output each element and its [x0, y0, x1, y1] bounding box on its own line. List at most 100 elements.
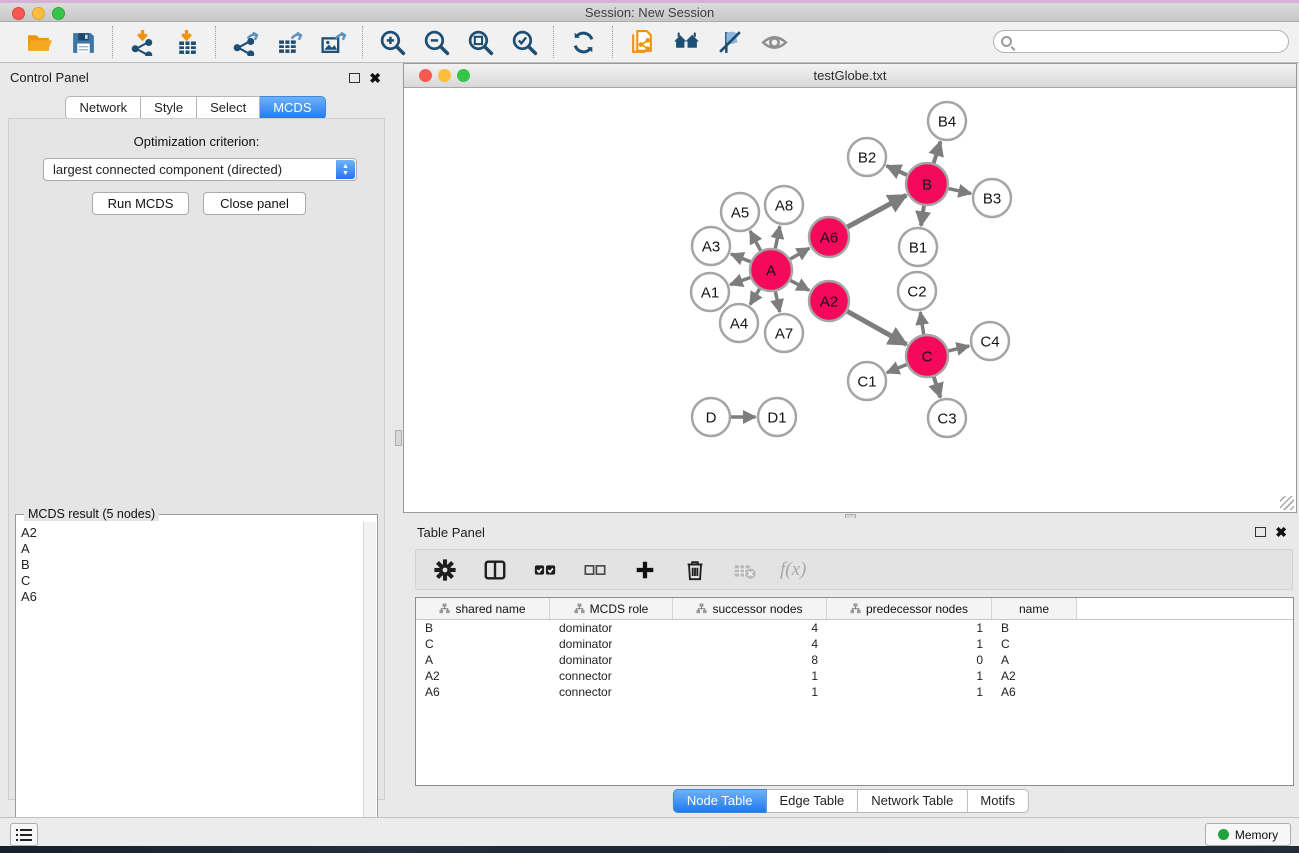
edge-A-A7[interactable]	[775, 292, 779, 312]
edge-A-A2[interactable]	[790, 280, 809, 290]
tab-network-table[interactable]: Network Table	[858, 789, 967, 813]
node-A3[interactable]: A3	[692, 227, 730, 265]
network-canvas[interactable]: B4 B2 B B3 B1 A5 A8 A3 A6 A A1 A2 C2 A4 …	[404, 88, 1296, 512]
memory-button[interactable]: Memory	[1205, 823, 1291, 846]
copy-network-icon[interactable]	[627, 27, 657, 57]
settings-icon[interactable]	[430, 555, 460, 585]
node-A8[interactable]: A8	[765, 186, 803, 224]
node-B2[interactable]: B2	[848, 138, 886, 176]
edge-A-A4[interactable]	[750, 289, 760, 305]
edge-A-A1[interactable]	[730, 278, 750, 285]
table-row[interactable]: Cdominator41C	[416, 636, 1293, 652]
edge-B-B3[interactable]	[949, 189, 972, 194]
tab-motifs[interactable]: Motifs	[967, 789, 1029, 813]
export-table-icon[interactable]	[274, 27, 304, 57]
node-A7[interactable]: A7	[765, 314, 803, 352]
node-C[interactable]: C	[906, 335, 948, 377]
result-item[interactable]: C	[21, 573, 363, 589]
column-header-successor-nodes[interactable]: successor nodes	[673, 598, 827, 619]
network-graph[interactable]: B4 B2 B B3 B1 A5 A8 A3 A6 A A1 A2 C2 A4 …	[404, 88, 1296, 512]
tab-style[interactable]: Style	[141, 96, 197, 120]
result-item[interactable]: A	[21, 541, 363, 557]
column-header-mcds-role[interactable]: MCDS role	[550, 598, 673, 619]
columns-icon[interactable]	[480, 555, 510, 585]
network-maximize-button[interactable]	[457, 69, 470, 82]
zoom-fit-icon[interactable]	[465, 27, 495, 57]
search-input[interactable]	[1017, 35, 1288, 49]
tab-node-table[interactable]: Node Table	[673, 789, 767, 813]
export-image-icon[interactable]	[318, 27, 348, 57]
tab-edge-table[interactable]: Edge Table	[766, 789, 858, 813]
node-B[interactable]: B	[906, 163, 948, 205]
close-panel-button[interactable]: Close panel	[203, 192, 306, 215]
node-D1[interactable]: D1	[758, 398, 796, 436]
node-A5[interactable]: A5	[721, 193, 759, 231]
node-C2[interactable]: C2	[898, 272, 936, 310]
edge-B-B1[interactable]	[921, 206, 924, 226]
node-D[interactable]: D	[692, 398, 730, 436]
node-C1[interactable]: C1	[848, 362, 886, 400]
add-icon[interactable]	[630, 555, 660, 585]
vertical-split-handle[interactable]	[395, 430, 402, 446]
function-builder-icon[interactable]: f(x)	[780, 559, 806, 581]
node-A6[interactable]: A6	[809, 217, 849, 257]
edge-A-A3[interactable]	[731, 254, 751, 262]
search-field[interactable]	[993, 30, 1289, 53]
window-resize-grip[interactable]	[1280, 496, 1294, 510]
edge-A-A8[interactable]	[775, 226, 780, 248]
import-table-icon[interactable]	[171, 27, 201, 57]
import-network-icon[interactable]	[127, 27, 157, 57]
column-header-shared-name[interactable]: shared name	[416, 598, 550, 619]
open-folder-icon[interactable]	[24, 27, 54, 57]
table-row[interactable]: A6connector11A6	[416, 684, 1293, 700]
network-close-button[interactable]	[419, 69, 432, 82]
float-panel-icon[interactable]	[349, 73, 360, 83]
table-row[interactable]: Adominator80A	[416, 652, 1293, 668]
edge-C-C4[interactable]	[948, 346, 969, 351]
zoom-in-icon[interactable]	[377, 27, 407, 57]
node-B4[interactable]: B4	[928, 102, 966, 140]
node-B1[interactable]: B1	[899, 228, 937, 266]
column-header-name[interactable]: name	[992, 598, 1077, 619]
maximize-window-button[interactable]	[52, 7, 65, 20]
node-A[interactable]: A	[750, 249, 792, 291]
close-window-button[interactable]	[12, 7, 25, 20]
edge-C-C1[interactable]	[887, 365, 907, 373]
tab-select[interactable]: Select	[197, 96, 260, 120]
edge-A-A5[interactable]	[750, 231, 761, 251]
edge-C-C3[interactable]	[934, 377, 941, 398]
edge-B-B4[interactable]	[934, 142, 941, 164]
column-header-predecessor-nodes[interactable]: predecessor nodes	[827, 598, 992, 619]
node-A1[interactable]: A1	[691, 273, 729, 311]
home-icon[interactable]	[671, 27, 701, 57]
network-minimize-button[interactable]	[438, 69, 451, 82]
save-icon[interactable]	[68, 27, 98, 57]
deselect-all-icon[interactable]	[580, 555, 610, 585]
criterion-dropdown[interactable]: largest connected component (directed) ▲…	[43, 158, 357, 181]
result-item[interactable]: B	[21, 557, 363, 573]
delete-table-icon[interactable]	[730, 555, 760, 585]
mcds-result-list[interactable]: A2ABCA6	[17, 522, 363, 845]
select-all-icon[interactable]	[530, 555, 560, 585]
task-history-button[interactable]	[10, 823, 38, 846]
tab-network[interactable]: Network	[65, 96, 141, 120]
minimize-window-button[interactable]	[32, 7, 45, 20]
node-B3[interactable]: B3	[973, 179, 1011, 217]
node-A4[interactable]: A4	[720, 304, 758, 342]
run-mcds-button[interactable]: Run MCDS	[92, 192, 189, 215]
result-item[interactable]: A6	[21, 589, 363, 605]
edge-A-A6[interactable]	[790, 248, 809, 259]
edge-C-C2[interactable]	[920, 312, 923, 334]
edge-A6-B[interactable]	[848, 195, 907, 227]
node-A2[interactable]: A2	[809, 281, 849, 321]
hide-graphics-details-icon[interactable]	[715, 27, 745, 57]
export-network-icon[interactable]	[230, 27, 260, 57]
table-row[interactable]: Bdominator41B	[416, 620, 1293, 636]
refresh-icon[interactable]	[568, 27, 598, 57]
table-close-panel-icon[interactable]: ✖	[1275, 527, 1287, 537]
node-C4[interactable]: C4	[971, 322, 1009, 360]
edge-A2-C[interactable]	[847, 311, 906, 344]
edge-B-B2[interactable]	[887, 166, 907, 175]
close-panel-icon[interactable]: ✖	[369, 73, 381, 83]
zoom-selected-icon[interactable]	[509, 27, 539, 57]
